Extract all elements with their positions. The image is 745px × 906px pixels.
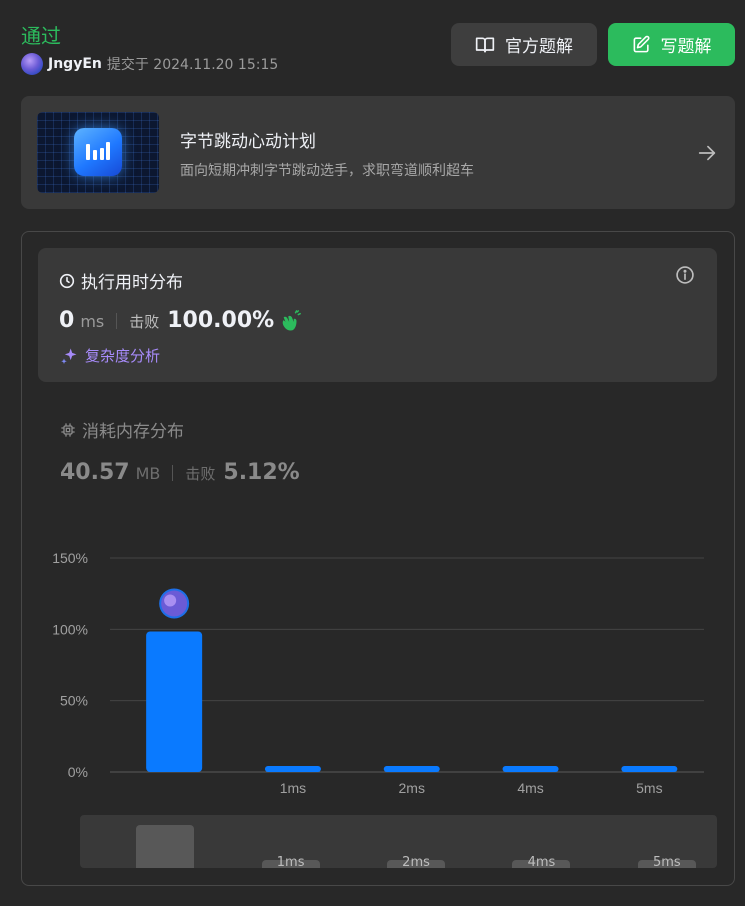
sparkle-icon (61, 348, 77, 364)
runtime-metric: 0 ms 击败 100.00% (59, 308, 302, 333)
clock-icon (59, 273, 75, 288)
runtime-beats-value: 100.00% (167, 308, 275, 333)
navigator-label: 4ms (527, 855, 556, 868)
submitter-info: JngyEn 提交于 2024.11.20 15:15 (21, 53, 278, 75)
bar (383, 766, 440, 772)
memory-unit: MB (135, 464, 161, 483)
write-solution-label: 写题解 (660, 37, 712, 57)
divider (116, 312, 118, 329)
bar (264, 766, 321, 772)
bar (502, 766, 559, 772)
clap-icon (282, 309, 302, 331)
official-solution-button[interactable]: 官方题解 (451, 23, 597, 66)
banner-title: 字节跳动心动计划 (180, 132, 316, 152)
x-tick-label: 2ms (399, 780, 425, 796)
runtime-value: 0 (59, 308, 75, 333)
username[interactable]: JngyEn (48, 56, 102, 72)
bar (621, 766, 678, 772)
book-icon (475, 37, 495, 53)
runtime-title: 执行用时分布 (59, 268, 183, 293)
y-tick-label: 0% (68, 764, 88, 780)
navigator-label: 2ms (402, 855, 430, 868)
chip-icon (61, 422, 75, 437)
runtime-beats-label: 击败 (129, 313, 160, 331)
y-tick-label: 150% (52, 550, 88, 566)
y-tick-label: 50% (60, 693, 88, 709)
x-tick-label: 1ms (280, 780, 306, 796)
banner-subtitle: 面向短期冲刺字节跳动选手，求职弯道顺利超车 (180, 163, 474, 179)
user-marker-avatar-highlight (164, 594, 177, 607)
x-tick-label: 4ms (517, 780, 543, 796)
submission-detail-panel: 通过 JngyEn 提交于 2024.11.20 15:15 官方题解 写题解 (0, 0, 745, 906)
navigator-label: 5ms (652, 855, 681, 868)
y-tick-label: 100% (52, 621, 88, 637)
info-icon[interactable] (675, 265, 695, 285)
x-tick-label: 5ms (636, 780, 662, 796)
memory-beats-label: 击败 (185, 465, 216, 483)
official-solution-label: 官方题解 (505, 37, 573, 57)
banner-thumbnail (37, 112, 159, 193)
complexity-analysis-link[interactable]: 复杂度分析 (59, 345, 160, 366)
edit-icon (633, 35, 649, 53)
memory-beats-value: 5.12% (223, 460, 300, 485)
user-avatar[interactable] (21, 53, 43, 75)
memory-metric: 40.57 MB 击败 5.12% (60, 460, 300, 485)
runtime-unit: ms (80, 312, 105, 331)
divider (172, 464, 174, 481)
navigator-label: 1ms (276, 855, 305, 868)
submitted-time: 提交于 2024.11.20 15:15 (106, 57, 279, 73)
navigator-bar (136, 824, 195, 868)
memory-value: 40.57 (60, 460, 130, 485)
arrow-right-icon (698, 145, 716, 161)
status-accepted: 通过 (21, 24, 61, 48)
bar (146, 631, 203, 772)
write-solution-button[interactable]: 写题解 (608, 23, 735, 66)
runtime-distribution-card[interactable]: 执行用时分布 0 ms 击败 100.00% 复杂度分析 (38, 248, 717, 382)
bytedance-logo-icon (74, 128, 122, 176)
promo-banner[interactable]: 字节跳动心动计划 面向短期冲刺字节跳动选手，求职弯道顺利超车 (21, 96, 735, 209)
runtime-distribution-chart: 0% 50% 100% 150% 1ms 2ms 4ms 5ms (52, 550, 704, 796)
memory-title[interactable]: 消耗内存分布 (60, 417, 184, 442)
chart-range-navigator[interactable]: 1ms 2ms 4ms 5ms (80, 815, 717, 868)
